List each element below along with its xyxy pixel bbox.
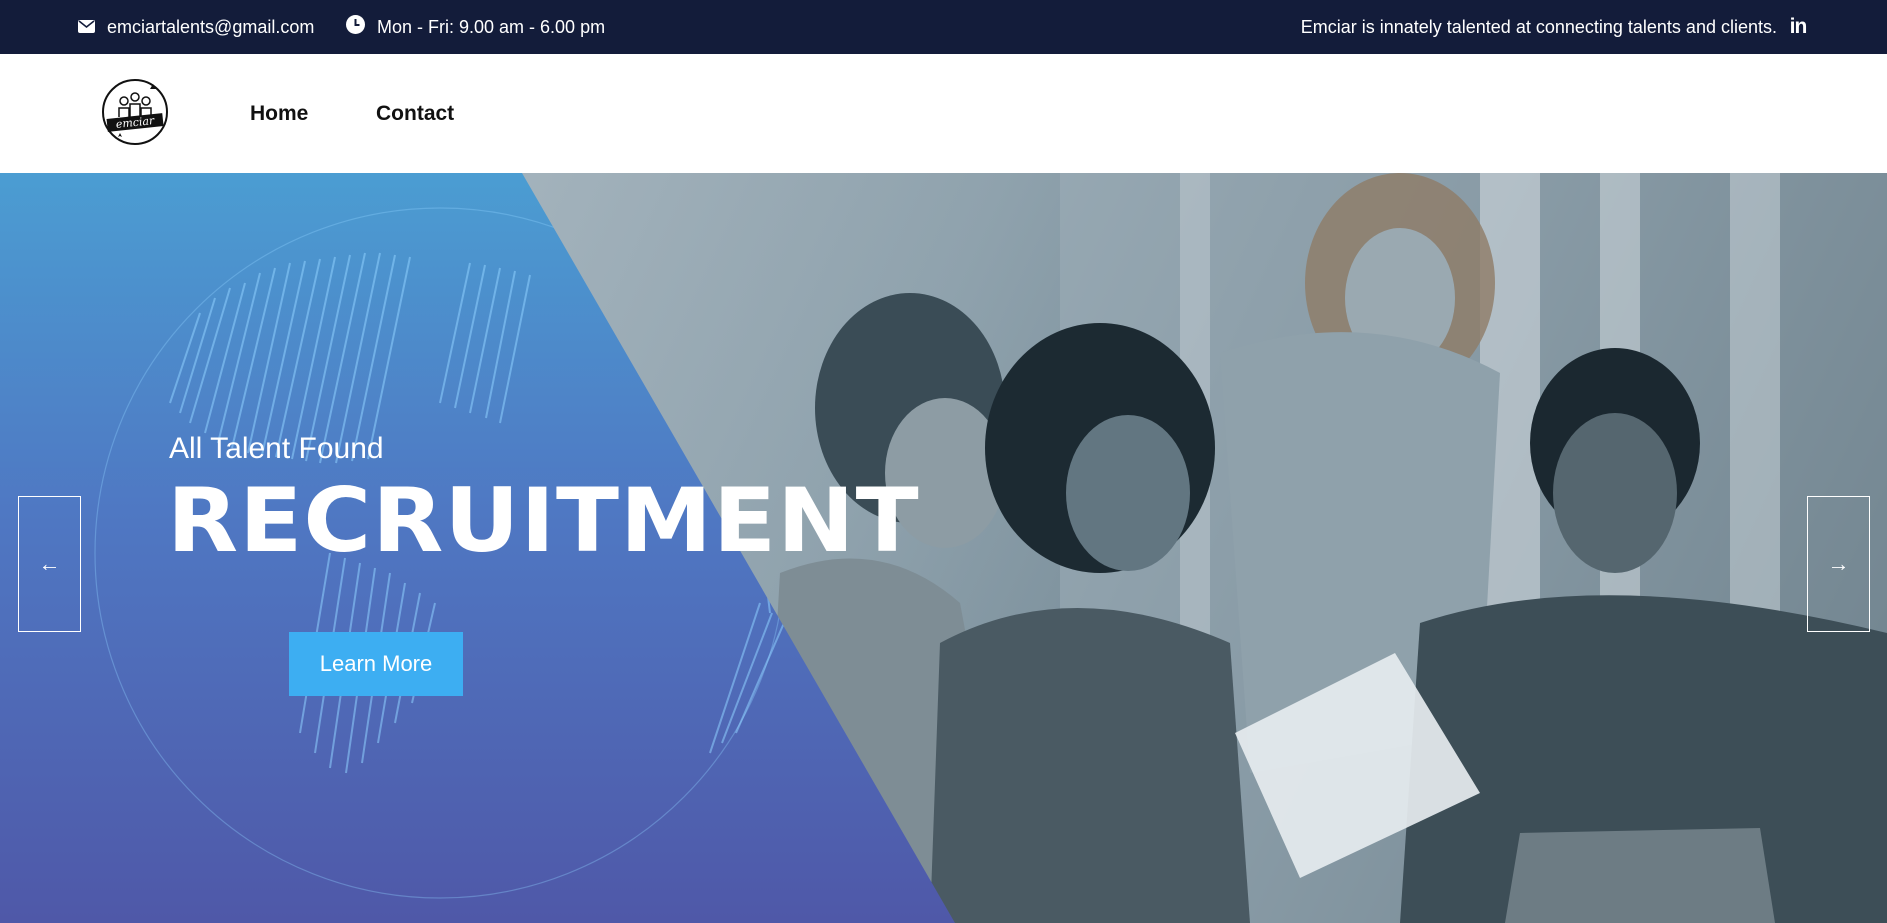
slider-prev-button[interactable]: ← <box>18 496 81 632</box>
email-text[interactable]: emciartalents@gmail.com <box>107 17 314 38</box>
top-info-bar: emciartalents@gmail.com Mon - Fri: 9.00 … <box>0 0 1887 54</box>
slider-next-button[interactable]: → <box>1807 496 1870 632</box>
nav-contact-link[interactable]: Contact <box>376 54 454 173</box>
hero-title: RECRUITMENT <box>167 469 920 572</box>
hours-text: Mon - Fri: 9.00 am - 6.00 pm <box>377 16 606 37</box>
hero-slider: All Talent Found RECRUITMENT Learn More … <box>0 173 1887 923</box>
arrow-right-icon: → <box>1827 551 1850 576</box>
emciar-logo[interactable]: emciar <box>100 77 170 147</box>
business-hours: Mon - Fri: 9.00 am - 6.00 pm <box>346 0 605 54</box>
mail-icon <box>78 17 95 38</box>
linkedin-icon[interactable]: in <box>1787 0 1809 54</box>
nav-home-link[interactable]: Home <box>250 54 308 173</box>
arrow-left-icon: ← <box>38 551 61 576</box>
contact-email[interactable]: emciartalents@gmail.com <box>78 0 314 54</box>
tagline: Emciar is innately talented at connectin… <box>1300 16 1777 37</box>
clock-icon <box>346 15 365 39</box>
main-navbar: emciar Home Contact <box>0 54 1887 173</box>
learn-more-button[interactable]: Learn More <box>289 632 463 696</box>
hero-subtitle: All Talent Found <box>169 432 384 465</box>
